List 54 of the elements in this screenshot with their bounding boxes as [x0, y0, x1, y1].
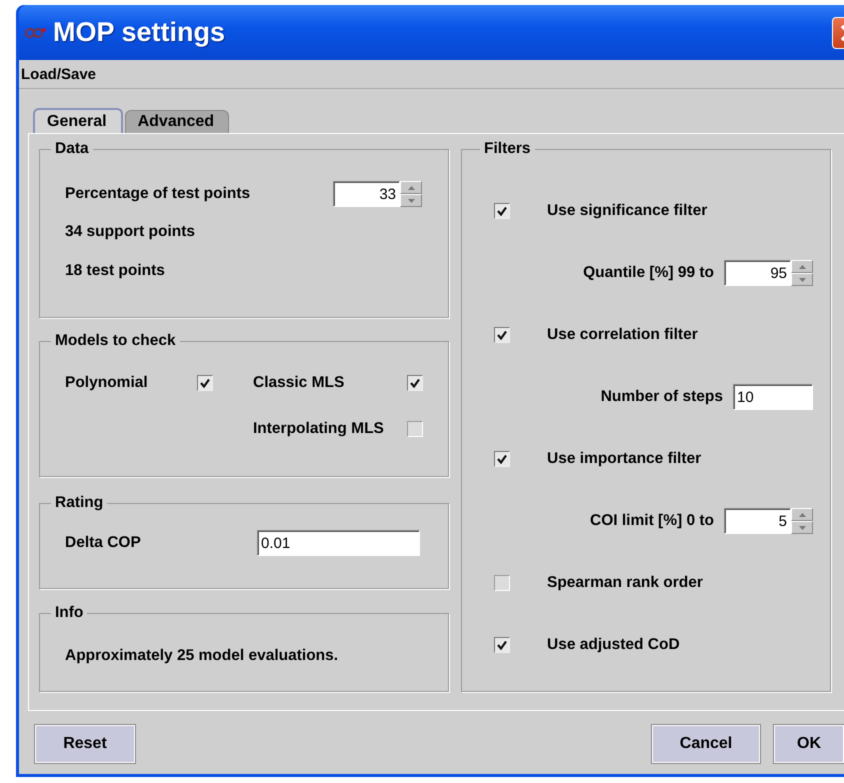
- app-logo-icon: [25, 26, 47, 40]
- spin-up-button[interactable]: [400, 181, 422, 194]
- down-arrow-icon: [798, 526, 806, 530]
- up-arrow-icon: [798, 512, 806, 516]
- spin-up-button[interactable]: [791, 260, 813, 273]
- up-arrow-icon: [408, 186, 414, 190]
- tab[interactable]: General: [33, 108, 123, 133]
- reset-button[interactable]: Reset: [35, 725, 135, 763]
- checkbox[interactable]: [407, 421, 423, 437]
- number-field[interactable]: 10: [733, 384, 813, 410]
- group-title: Filters: [483, 140, 532, 158]
- cancel-button[interactable]: Cancel: [652, 725, 760, 763]
- checkbox-label: Use significance filter: [547, 202, 708, 220]
- spin-down-button[interactable]: [791, 521, 813, 534]
- checkbox-label: Spearman rank order: [547, 574, 703, 592]
- up-arrow-icon: [798, 264, 806, 268]
- down-arrow-icon: [408, 198, 414, 202]
- checkbox-label: Classic MLS: [253, 374, 346, 392]
- checkbox-label: Use correlation filter: [547, 326, 698, 344]
- field-label: Number of steps: [600, 388, 723, 406]
- number-spinner[interactable]: 5: [724, 508, 791, 534]
- group-title: Models to check: [54, 332, 177, 350]
- checkbox[interactable]: [494, 575, 510, 591]
- ok-button[interactable]: OK: [774, 725, 844, 763]
- checkbox[interactable]: [197, 375, 213, 391]
- spin-up-button[interactable]: [791, 508, 813, 521]
- spin-down-button[interactable]: [791, 273, 813, 286]
- number-spinner[interactable]: 95: [724, 260, 791, 286]
- down-arrow-icon: [798, 278, 806, 282]
- info-text: 18 test points: [65, 262, 165, 280]
- checkbox[interactable]: [494, 327, 510, 343]
- group-title: Rating: [54, 494, 104, 512]
- tab[interactable]: Advanced: [124, 110, 230, 133]
- checkbox-label: Polynomial: [65, 374, 149, 392]
- field-label: Delta COP: [65, 534, 142, 552]
- checkbox[interactable]: [494, 203, 510, 219]
- field-label: Quantile [%] 99 to: [583, 264, 714, 282]
- checkbox[interactable]: [494, 451, 510, 467]
- checkbox-label: Use importance filter: [547, 450, 702, 468]
- percentage-spinner[interactable]: 33: [333, 181, 400, 207]
- checkbox-label: Interpolating MLS: [253, 420, 385, 438]
- checkbox[interactable]: [407, 375, 423, 391]
- menu-item[interactable]: Load/Save: [19, 66, 98, 82]
- delta-cop-field[interactable]: 0.01: [257, 530, 420, 556]
- group-title: Info: [54, 604, 84, 622]
- field-label: Percentage of test points: [65, 185, 250, 203]
- field-label: COI limit [%] 0 to: [590, 512, 714, 530]
- checkbox[interactable]: [494, 637, 510, 653]
- checkbox-label: Use adjusted CoD: [547, 636, 680, 654]
- info-text: Approximately 25 model evaluations.: [65, 647, 338, 665]
- group-title: Data: [54, 140, 90, 158]
- spin-down-button[interactable]: [400, 194, 422, 207]
- window-title: MOP settings: [53, 17, 226, 48]
- info-text: 34 support points: [65, 223, 196, 241]
